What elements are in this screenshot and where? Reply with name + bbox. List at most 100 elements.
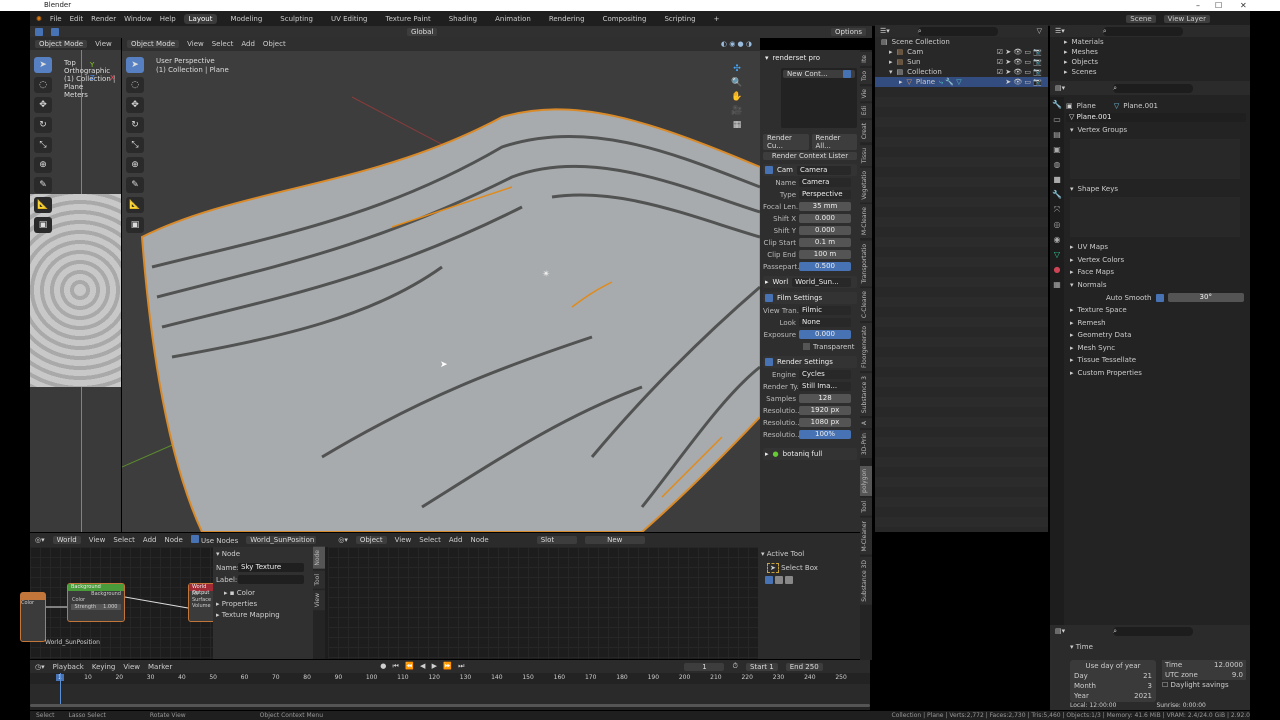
camera-field-value[interactable]: Perspective xyxy=(799,190,851,199)
add-menu[interactable]: Add xyxy=(449,536,463,544)
3d-viewport[interactable]: Object Mode View Select Add Object ◐ ◉ ●… xyxy=(122,37,760,532)
vertex-groups-list[interactable] xyxy=(1070,138,1240,179)
select-menu[interactable]: Select xyxy=(419,536,441,544)
transparent-checkbox[interactable] xyxy=(803,343,810,350)
outliner-row-selected[interactable]: ▸ ▽ Plane ⤷ 🔧 ▽ ➤ 👁 ▭ 📷 xyxy=(875,77,1048,87)
workspace-tab-compositing[interactable]: Compositing xyxy=(598,14,652,24)
gizmo-y[interactable]: Y xyxy=(90,61,94,69)
vertex-groups-header[interactable]: ▾ Vertex Groups xyxy=(1066,124,1250,137)
botaniq-panel-header[interactable]: ▸ ● botaniq full xyxy=(763,448,857,460)
transform-tool-icon[interactable]: ⊕ xyxy=(34,157,52,173)
rotate-tool-icon[interactable]: ↻ xyxy=(126,117,144,133)
add-cube-tool-icon[interactable]: ▣ xyxy=(126,217,144,233)
editor-type-icon[interactable]: ◎▾ xyxy=(35,536,45,544)
select-mode-icon[interactable] xyxy=(35,28,43,36)
view-layer-selector[interactable]: View Layer xyxy=(1163,14,1210,23)
add-workspace-button[interactable]: + xyxy=(709,14,725,24)
workspace-tab-scripting[interactable]: Scripting xyxy=(659,14,700,24)
sidebar-tab[interactable]: 3D-Prin xyxy=(860,430,872,459)
render-current-button[interactable]: Render Cu... xyxy=(763,134,809,150)
timeline-scrollbar[interactable] xyxy=(30,704,870,707)
render-type-dropdown[interactable]: Still Ima... xyxy=(799,382,851,391)
sidebar-tab[interactable]: Creat xyxy=(860,120,872,143)
properties-section[interactable]: ▸ Custom Properties xyxy=(1066,367,1250,380)
camera-field-value[interactable]: Camera xyxy=(799,178,851,187)
move-tool-icon[interactable]: ✥ xyxy=(126,97,144,113)
camera-field-value[interactable]: 0.000 xyxy=(799,226,851,235)
blend-row[interactable]: ▸ Objects xyxy=(1058,57,1250,67)
playback-controls[interactable]: ● ⏮ ⏪ ◀ ▶ ⏩ ⏭ xyxy=(380,662,466,671)
frame-ruler[interactable]: 1102030405060708090100110120130140150160… xyxy=(30,673,870,684)
maximize-button[interactable]: ☐ xyxy=(1215,0,1222,11)
sidebar-tab[interactable]: C-Cleane xyxy=(860,288,872,322)
menu-edit[interactable]: Edit xyxy=(70,15,84,23)
time-field[interactable]: Time 12.0000 xyxy=(1162,660,1246,670)
resolution-y-field[interactable]: 1080 px xyxy=(799,418,851,427)
measure-tool-icon[interactable]: 📐 xyxy=(34,197,52,213)
face-maps-section[interactable]: ▸ Face Maps xyxy=(1066,266,1250,279)
display-mode-icon[interactable]: ☰▾ xyxy=(880,27,890,35)
keying-menu[interactable]: Keying xyxy=(92,663,116,671)
cursor-tool-icon[interactable]: ◌ xyxy=(126,77,144,93)
select-menu[interactable]: Select xyxy=(113,536,135,544)
camera-field-value[interactable]: 0.000 xyxy=(799,214,851,223)
scene-selector[interactable]: Scene xyxy=(1126,14,1156,23)
outliner-search-input[interactable]: ⌕ xyxy=(917,26,998,36)
properties-section[interactable]: ▸ Tissue Tessellate xyxy=(1066,354,1250,367)
zoom-icon[interactable]: 🔍 xyxy=(722,76,752,90)
tab-view[interactable]: View xyxy=(313,590,325,611)
slot-dropdown[interactable]: Slot xyxy=(536,536,577,544)
sidebar-tab[interactable]: M-Cleaner xyxy=(860,518,872,555)
world-datablock-field[interactable]: World_SunPosition xyxy=(246,536,317,544)
workspace-tab-shading[interactable]: Shading xyxy=(444,14,482,24)
menu-file[interactable]: File xyxy=(50,15,62,23)
blender-logo-icon[interactable]: ✺ xyxy=(36,15,42,23)
scale-tool-icon[interactable]: ⤡ xyxy=(34,137,52,153)
sidebar-tab[interactable]: Vegetatio xyxy=(860,167,872,203)
time-section-header[interactable]: ▾ Time xyxy=(1050,643,1250,651)
resolution-percent-field[interactable]: 100% xyxy=(799,430,851,439)
shape-keys-list[interactable] xyxy=(1070,197,1240,237)
measure-tool-icon[interactable]: 📐 xyxy=(126,197,144,213)
month-field[interactable]: Month 3 xyxy=(1074,681,1152,691)
menu-window[interactable]: Window xyxy=(124,15,152,23)
properties-search-input[interactable]: ⌕ xyxy=(1113,83,1194,93)
object-mode-dropdown[interactable]: Object Mode xyxy=(35,39,88,48)
tab-node[interactable]: Node xyxy=(313,547,325,569)
sidebar-tab[interactable]: Transportatio xyxy=(860,240,872,287)
view-menu[interactable]: View xyxy=(395,536,412,544)
active-tool-header[interactable]: ▾ Active Tool xyxy=(761,550,857,558)
sidebar-tab[interactable]: Edi xyxy=(860,103,872,119)
camera-field-value[interactable]: 0.1 m xyxy=(799,238,851,247)
keyframe-area[interactable] xyxy=(30,684,870,704)
sidebar-tab[interactable]: Tissu xyxy=(860,144,872,166)
editor-type-icon[interactable]: ◷▾ xyxy=(35,663,45,671)
sidebar-tab[interactable]: Vie xyxy=(860,85,872,102)
render-context-list[interactable]: New Cont... xyxy=(781,68,857,128)
sidebar-tab[interactable]: Tool xyxy=(860,498,872,517)
exposure-field[interactable]: 0.000 xyxy=(799,330,851,339)
start-frame-field[interactable]: Start 1 xyxy=(745,662,778,671)
sidebar-tab[interactable]: Too xyxy=(860,67,872,84)
add-menu[interactable]: Add xyxy=(143,536,157,544)
outliner-row[interactable]: ▾ ▤ Collection ☑ ➤ 👁 ▭ 📷 xyxy=(875,67,1048,77)
workspace-tab-modeling[interactable]: Modeling xyxy=(225,14,267,24)
select-mode-buttons[interactable] xyxy=(765,576,857,586)
render-context-item[interactable]: New Cont... xyxy=(783,70,855,78)
properties-section[interactable]: ▸ Texture Space xyxy=(1066,304,1250,317)
sun-search-input[interactable]: ⌕ xyxy=(1113,626,1194,636)
end-frame-field[interactable]: End 250 xyxy=(785,662,823,671)
view-transform-dropdown[interactable]: Filmic xyxy=(799,306,851,315)
navigation-gizmo[interactable]: ✣ xyxy=(722,62,752,76)
annotate-tool-icon[interactable]: ✎ xyxy=(126,177,144,193)
add-cube-tool-icon[interactable]: ▣ xyxy=(34,217,52,233)
mesh-datablock-field[interactable]: ▽ Plane.001 xyxy=(1066,113,1246,122)
world-panel-header[interactable]: ▸ Worl World_Sun... xyxy=(763,276,857,288)
engine-dropdown[interactable]: Cycles xyxy=(799,370,851,379)
tab-tool[interactable]: Tool xyxy=(313,570,325,589)
visibility-toggles[interactable]: ➤ 👁 ▭ 📷 xyxy=(1005,78,1042,86)
texture-mapping-subpanel[interactable]: ▸ Texture Mapping xyxy=(216,611,310,619)
select-box-tool[interactable]: ➤ Select Box xyxy=(767,563,857,573)
visibility-toggles[interactable]: ☑ ➤ 👁 ▭ 📷 xyxy=(997,48,1042,56)
look-dropdown[interactable]: None xyxy=(799,318,851,327)
